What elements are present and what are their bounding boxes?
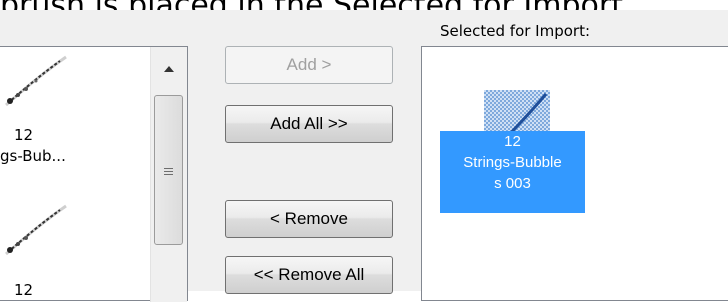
- vertical-scrollbar[interactable]: [150, 47, 187, 302]
- scroll-up-button[interactable]: [151, 47, 187, 91]
- selected-list-item[interactable]: 12 Strings-Bubble s 003: [440, 131, 585, 213]
- brush-name-line2: gs-Bub...: [0, 147, 66, 165]
- triangle-up-icon: [164, 66, 174, 72]
- remove-button[interactable]: < Remove: [225, 200, 393, 238]
- list-item[interactable]: 12: [0, 202, 140, 302]
- selected-name-line3: s 003: [494, 175, 531, 192]
- grip-lines-icon: [164, 166, 173, 177]
- brush-stroke-icon: [5, 204, 67, 256]
- selected-name-line2: Strings-Bubble: [463, 154, 562, 171]
- brush-stroke-icon: [5, 55, 67, 107]
- selected-for-import-label: Selected for Import:: [440, 22, 591, 40]
- dialog-window: Selected for Import: 12 gs-Bub... 12 Add…: [0, 10, 728, 302]
- brush-name-line1: 12: [14, 126, 34, 144]
- available-brushes-list[interactable]: 12 gs-Bub... 12: [0, 46, 188, 302]
- list-item[interactable]: 12 gs-Bub...: [0, 53, 140, 165]
- add-all-button[interactable]: Add All >>: [225, 105, 393, 143]
- scroll-thumb[interactable]: [154, 95, 183, 245]
- remove-all-button[interactable]: << Remove All: [225, 256, 393, 294]
- add-button[interactable]: Add >: [225, 46, 393, 84]
- selected-brushes-list[interactable]: 12 Strings-Bubble s 003: [421, 46, 728, 301]
- selected-name-line1: 12: [504, 133, 521, 150]
